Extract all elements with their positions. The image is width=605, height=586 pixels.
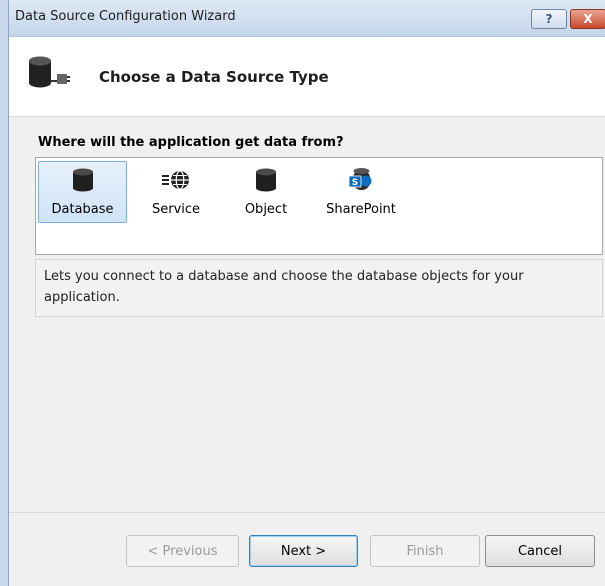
help-button[interactable]: ? — [531, 9, 567, 29]
sharepoint-icon: S — [348, 168, 374, 192]
cancel-button[interactable]: Cancel — [485, 535, 595, 567]
wizard-header: Choose a Data Source Type — [9, 37, 605, 117]
title-bar[interactable]: Data Source Configuration Wizard ? X — [9, 0, 605, 37]
window-title: Data Source Configuration Wizard — [15, 9, 236, 24]
type-label-sharepoint: SharePoint — [326, 202, 396, 217]
type-item-service[interactable]: Service — [141, 161, 211, 223]
object-cylinder-icon — [255, 168, 277, 192]
footer-divider — [9, 512, 605, 513]
data-source-icon — [27, 55, 71, 95]
wizard-window: Data Source Configuration Wizard ? X Cho… — [8, 0, 605, 586]
svg-text:S: S — [352, 178, 358, 188]
type-label-service: Service — [151, 202, 201, 217]
next-button[interactable]: Next > — [249, 535, 358, 567]
service-globe-icon — [161, 168, 191, 192]
type-label-database: Database — [51, 202, 114, 217]
type-item-sharepoint[interactable]: S SharePoint — [319, 161, 403, 223]
type-item-database[interactable]: Database — [38, 161, 127, 223]
previous-button[interactable]: < Previous — [126, 535, 239, 567]
finish-button[interactable]: Finish — [370, 535, 480, 567]
data-source-type-list: Database Service Object S SharePoint — [35, 157, 603, 255]
question-label: Where will the application get data from… — [38, 135, 344, 150]
type-label-object: Object — [244, 202, 288, 217]
type-description: Lets you connect to a database and choos… — [35, 259, 603, 317]
close-button[interactable]: X — [570, 9, 605, 29]
database-icon — [72, 168, 94, 192]
page-title: Choose a Data Source Type — [99, 68, 329, 86]
type-item-object[interactable]: Object — [234, 161, 298, 223]
